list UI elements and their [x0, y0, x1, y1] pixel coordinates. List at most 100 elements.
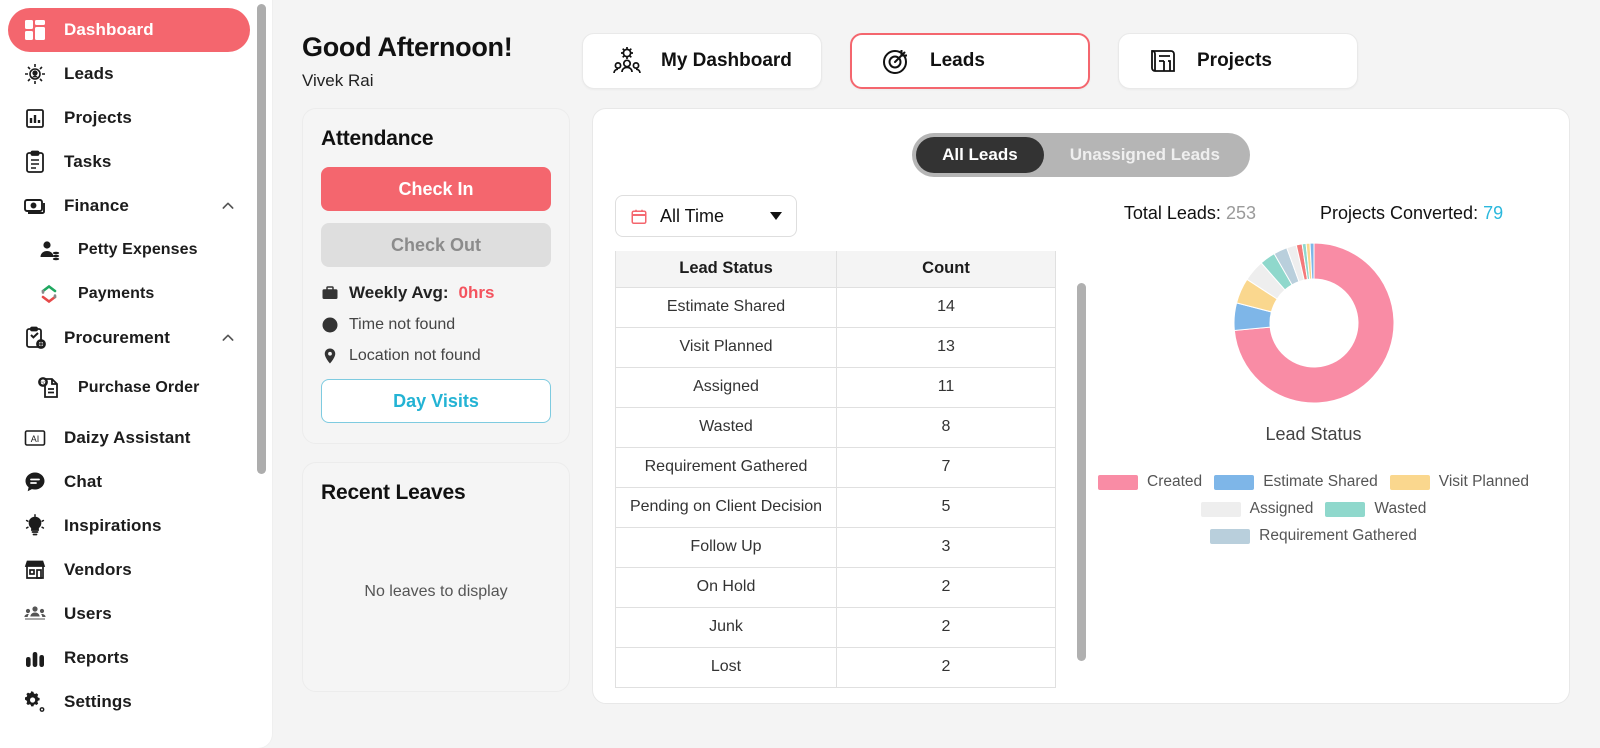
user-name: Vivek Rai — [302, 70, 374, 90]
leads-icon — [22, 61, 48, 87]
total-leads-value: 253 — [1225, 203, 1256, 223]
time-range-filter-value: All Time — [660, 205, 725, 226]
sidebar-item-label: Payments — [78, 285, 155, 302]
tab-leads[interactable]: Leads — [850, 33, 1090, 89]
sidebar-item-procurement[interactable]: Procurement — [8, 316, 250, 360]
sidebar-item-label: Vendors — [64, 560, 132, 579]
tasks-icon — [22, 149, 48, 175]
table-cell: 2 — [836, 566, 1056, 608]
legend-swatch — [1098, 474, 1139, 490]
projects-converted-label: Projects Converted: — [1320, 203, 1479, 223]
legend-swatch — [1210, 528, 1251, 544]
toggle-unassigned-leads[interactable]: Unassigned Leads — [1044, 137, 1246, 173]
table-cell: 7 — [836, 446, 1056, 488]
table-cell: 14 — [836, 286, 1056, 328]
sidebar-item-projects[interactable]: Projects — [8, 96, 250, 140]
lead-status-table-column: All Time Lead Status Count Estimate Share… — [615, 195, 1086, 688]
sidebar-item-petty-expenses[interactable]: Petty Expenses — [8, 228, 250, 272]
chevron-up-icon[interactable] — [220, 330, 236, 346]
sidebar-item-payments[interactable]: Payments — [8, 272, 250, 316]
table-cell: Lost — [615, 646, 837, 688]
sidebar-item-reports[interactable]: Reports — [8, 636, 250, 680]
legend-item-visit-planned[interactable]: Visit Planned — [1389, 473, 1529, 491]
table-row[interactable]: Visit Planned 13 — [615, 326, 1056, 368]
table-row[interactable]: Junk 2 — [615, 606, 1056, 648]
tab-label: Projects — [1197, 50, 1272, 71]
table-row[interactable]: Requirement Gathered 7 — [615, 446, 1056, 488]
table-cell: 5 — [836, 486, 1056, 528]
leads-toggle-group: All Leads Unassigned Leads — [912, 133, 1250, 177]
legend-swatch — [1389, 474, 1430, 490]
legend-label: Wasted — [1374, 500, 1427, 517]
legend-label: Visit Planned — [1438, 473, 1529, 490]
table-cell: 2 — [836, 606, 1056, 648]
toggle-all-leads[interactable]: All Leads — [916, 137, 1044, 173]
sidebar-item-label: Purchase Order — [78, 378, 200, 396]
sidebar-item-label: Leads — [64, 64, 114, 83]
time-row: Time not found — [321, 316, 551, 334]
clock-icon — [321, 316, 339, 334]
sidebar-item-settings[interactable]: Settings — [8, 680, 250, 724]
legend-swatch — [1325, 501, 1366, 517]
petty-expenses-icon — [36, 237, 62, 263]
leads-toggle-wrap: All Leads Unassigned Leads — [593, 109, 1569, 177]
table-row[interactable]: Lost 2 — [615, 646, 1056, 688]
legend-item-assigned[interactable]: Assigned — [1200, 500, 1314, 518]
settings-icon — [22, 689, 48, 715]
sidebar-item-label: Finance — [64, 196, 129, 215]
check-in-button[interactable]: Check In — [321, 167, 551, 211]
sidebar-scrollbar-thumb[interactable] — [257, 4, 266, 474]
sidebar-item-label: Settings — [64, 692, 132, 711]
table-row[interactable]: Follow Up 3 — [615, 526, 1056, 568]
chevron-up-icon[interactable] — [220, 198, 236, 214]
time-range-filter[interactable]: All Time — [615, 195, 797, 237]
table-row[interactable]: Estimate Shared 14 — [615, 286, 1056, 328]
sidebar-item-chat[interactable]: Chat — [8, 460, 250, 504]
weekly-avg-label: Weekly Avg: — [349, 283, 449, 302]
table-cell: Estimate Shared — [615, 286, 837, 328]
table-row[interactable]: On Hold 2 — [615, 566, 1056, 608]
sidebar-item-daizy-assistant[interactable]: AI Daizy Assistant — [8, 416, 250, 460]
sidebar-item-inspirations[interactable]: Inspirations — [8, 504, 250, 548]
legend-item-requirement-gathered[interactable]: Requirement Gathered — [1210, 527, 1417, 545]
table-row[interactable]: Pending on Client Decision 5 — [615, 486, 1056, 528]
table-column-header: Count — [836, 251, 1056, 288]
day-visits-button[interactable]: Day Visits — [321, 379, 551, 423]
table-cell: On Hold — [615, 566, 837, 608]
legend-item-wasted[interactable]: Wasted — [1325, 500, 1426, 518]
purchase-order-icon: PO — [36, 375, 62, 401]
table-row[interactable]: Wasted 8 — [615, 406, 1056, 448]
chevron-down-icon — [770, 212, 782, 220]
table-cell: Follow Up — [615, 526, 837, 568]
legend-item-estimate-shared[interactable]: Estimate Shared — [1214, 473, 1378, 491]
page-title: Good Afternoon! — [302, 31, 513, 62]
attendance-title: Attendance — [321, 127, 434, 150]
tab-my-dashboard[interactable]: My Dashboard — [582, 33, 822, 89]
briefcase-icon — [321, 284, 339, 302]
legend-label: Assigned — [1249, 500, 1314, 517]
sidebar-item-label: Chat — [64, 472, 103, 491]
dashboard-icon — [22, 17, 48, 43]
sidebar-item-vendors[interactable]: Vendors — [8, 548, 250, 592]
recent-leaves-title: Recent Leaves — [321, 481, 466, 504]
sidebar-item-users[interactable]: Users — [8, 592, 250, 636]
header-tabs: My Dashboard Leads Projects — [582, 33, 1358, 89]
sidebar-item-purchase-order[interactable]: PO Purchase Order — [8, 360, 250, 416]
table-scrollbar-thumb[interactable] — [1077, 283, 1086, 661]
sidebar-item-dashboard[interactable]: Dashboard — [8, 8, 250, 52]
sidebar-item-label: Daizy Assistant — [64, 428, 191, 447]
sidebar-item-finance[interactable]: Finance — [8, 184, 250, 228]
inspirations-icon — [22, 513, 48, 539]
sidebar-item-leads[interactable]: Leads — [8, 52, 250, 96]
top-header: Good Afternoon! Vivek Rai My Dashboard Le… — [272, 0, 1600, 108]
check-out-button[interactable]: Check Out — [321, 223, 551, 267]
sidebar: Dashboard Leads Projects Tasks Finance Petty … — [0, 0, 272, 748]
sidebar-item-tasks[interactable]: Tasks — [8, 140, 250, 184]
sidebar-item-label: Users — [64, 604, 112, 623]
greeting-block: Good Afternoon! Vivek Rai — [302, 32, 582, 91]
tab-projects[interactable]: Projects — [1118, 33, 1358, 89]
table-row[interactable]: Assigned 11 — [615, 366, 1056, 408]
sidebar-item-label: Petty Expenses — [78, 241, 198, 258]
calendar-icon — [630, 207, 648, 225]
legend-item-created[interactable]: Created — [1098, 473, 1202, 491]
